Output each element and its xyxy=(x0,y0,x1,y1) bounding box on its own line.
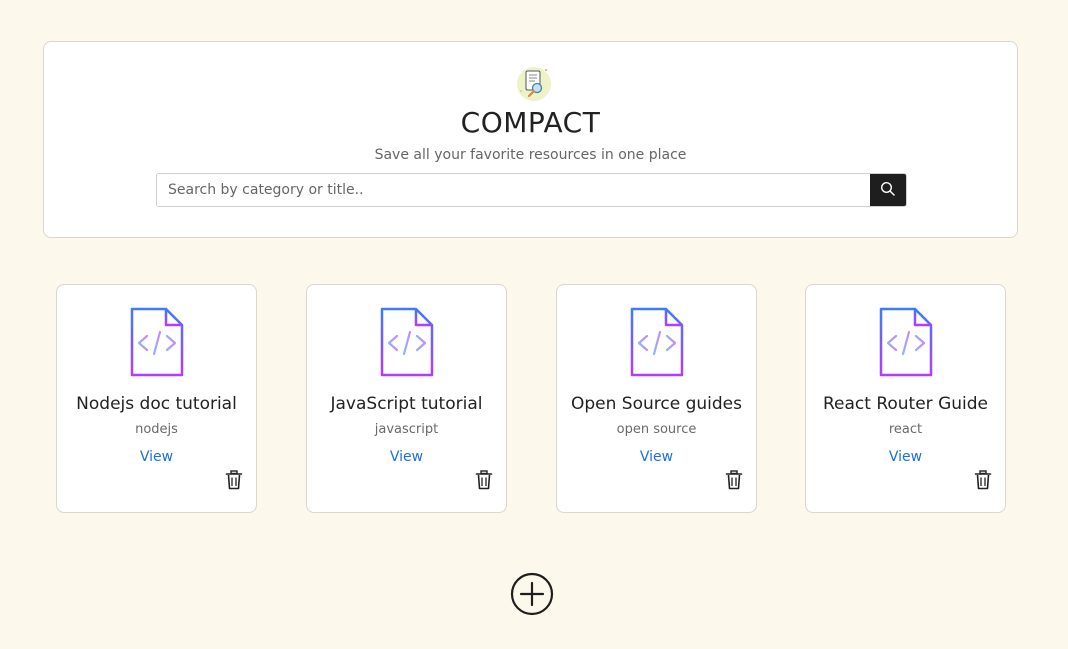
page-title: COMPACT xyxy=(460,106,601,139)
document-search-icon xyxy=(514,64,554,104)
trash-icon[interactable] xyxy=(974,470,992,490)
search-bar xyxy=(156,173,907,207)
search-button[interactable] xyxy=(870,174,906,206)
resource-card: React Router Guide react View xyxy=(805,284,1006,513)
view-link[interactable]: View xyxy=(557,449,756,465)
trash-icon[interactable] xyxy=(475,470,493,490)
card-title: Nodejs doc tutorial xyxy=(76,394,237,414)
code-file-icon xyxy=(128,306,186,378)
code-file-icon xyxy=(378,306,436,378)
card-title: React Router Guide xyxy=(822,394,988,414)
resource-card: Nodejs doc tutorial nodejs View xyxy=(56,284,257,513)
card-category: nodejs xyxy=(135,422,178,437)
resource-card: Open Source guides open source View xyxy=(556,284,757,513)
card-category: react xyxy=(888,422,923,437)
add-resource-button[interactable] xyxy=(510,572,554,616)
view-link[interactable]: View xyxy=(307,449,506,465)
code-file-icon xyxy=(877,306,935,378)
header-card: COMPACT Save all your favorite resources… xyxy=(43,41,1018,238)
card-title: Open Source guides xyxy=(571,394,742,414)
view-link[interactable]: View xyxy=(57,449,256,465)
resource-card: JavaScript tutorial javascript View xyxy=(306,284,507,513)
code-file-icon xyxy=(628,306,686,378)
view-link[interactable]: View xyxy=(806,449,1005,465)
card-category: javascript xyxy=(374,422,439,437)
search-input[interactable] xyxy=(157,174,870,206)
trash-icon[interactable] xyxy=(225,470,243,490)
trash-icon[interactable] xyxy=(725,470,743,490)
plus-circle-icon xyxy=(510,572,554,620)
card-title: JavaScript tutorial xyxy=(330,394,483,414)
search-icon xyxy=(880,181,896,200)
page-subtitle: Save all your favorite resources in one … xyxy=(374,147,687,163)
card-category: open source xyxy=(616,422,697,437)
